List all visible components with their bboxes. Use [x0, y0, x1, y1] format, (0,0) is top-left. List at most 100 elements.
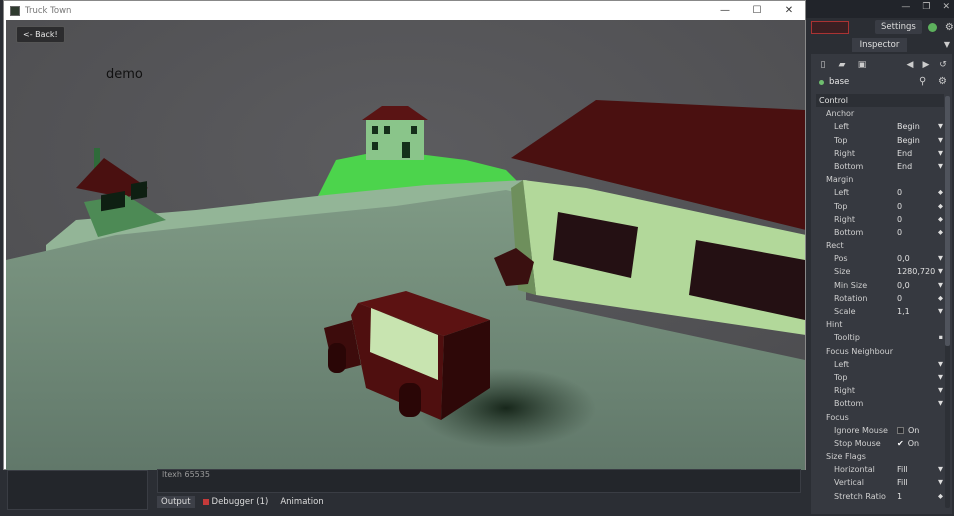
- property-value[interactable]: ✔ On: [897, 437, 919, 450]
- dropdown-arrow-icon[interactable]: ▼: [938, 160, 943, 173]
- property-row[interactable]: Scale 1,1 ▼: [816, 305, 944, 318]
- dropdown-arrow-icon[interactable]: ▼: [938, 252, 943, 265]
- property-value[interactable]: 0: [897, 200, 902, 213]
- property-row[interactable]: Vertical Fill ▼: [816, 476, 944, 489]
- property-value[interactable]: 0,0: [897, 279, 910, 292]
- property-row[interactable]: Right End ▼: [816, 147, 944, 160]
- property-row[interactable]: Horizontal Fill ▼: [816, 463, 944, 476]
- dropdown-arrow-icon[interactable]: ▼: [938, 371, 943, 384]
- close-button[interactable]: ✕: [773, 1, 805, 20]
- property-row[interactable]: Bottom ▼: [816, 397, 944, 410]
- property-row[interactable]: Left ▼: [816, 358, 944, 371]
- game-viewport[interactable]: <- Back! demo: [6, 20, 805, 470]
- property-row[interactable]: Top ▼: [816, 371, 944, 384]
- property-row[interactable]: Size 1280,720 ▼: [816, 265, 944, 278]
- dropdown-arrow-icon[interactable]: ▼: [938, 463, 943, 476]
- dropdown-arrow-icon[interactable]: ▼: [938, 134, 943, 147]
- property-row[interactable]: Left Begin ▼: [816, 120, 944, 133]
- settings-button[interactable]: Settings: [875, 20, 922, 34]
- property-row[interactable]: Rotation 0 ◆: [816, 292, 944, 305]
- settings-gear-icon[interactable]: ⚙: [945, 22, 954, 33]
- property-row[interactable]: Ignore Mouse On: [816, 424, 944, 437]
- forward-arrow-icon[interactable]: ▶: [921, 60, 931, 70]
- trash-icon[interactable]: ▪: [939, 331, 943, 344]
- property-row[interactable]: Stretch Ratio 1 ◆: [816, 490, 944, 503]
- spinner-icon[interactable]: ◆: [938, 213, 943, 226]
- property-value[interactable]: Fill: [897, 463, 908, 476]
- property-value[interactable]: Begin: [897, 120, 920, 133]
- property-value[interactable]: Fill: [897, 476, 908, 489]
- save-icon[interactable]: ▣: [857, 60, 867, 70]
- scrollbar-thumb[interactable]: [945, 96, 950, 346]
- property-row[interactable]: Left 0 ◆: [816, 186, 944, 199]
- spinner-icon[interactable]: ◆: [938, 292, 943, 305]
- property-value[interactable]: End: [897, 160, 912, 173]
- tab-animation[interactable]: Animation: [276, 496, 327, 508]
- property-row[interactable]: Tooltip ▪: [816, 331, 944, 344]
- tab-output[interactable]: Output: [157, 496, 195, 508]
- property-group[interactable]: Hint: [816, 318, 944, 331]
- spinner-icon[interactable]: ◆: [938, 226, 943, 239]
- inspector-scrollbar[interactable]: [945, 96, 950, 508]
- property-row[interactable]: Bottom 0 ◆: [816, 226, 944, 239]
- property-value[interactable]: 1: [897, 490, 902, 503]
- history-icon[interactable]: ↺: [938, 60, 948, 70]
- back-button[interactable]: <- Back!: [16, 26, 65, 43]
- property-group[interactable]: Size Flags: [816, 450, 944, 463]
- property-group[interactable]: Focus Neighbour: [816, 345, 944, 358]
- output-panel[interactable]: ltexh 65535: [157, 469, 801, 493]
- checkbox-checked[interactable]: ✔: [897, 437, 904, 450]
- property-value[interactable]: Begin: [897, 134, 920, 147]
- property-row[interactable]: Top 0 ◆: [816, 200, 944, 213]
- object-row[interactable]: base ⚲ ⚙: [811, 75, 952, 89]
- editor-close-button[interactable]: ✕: [942, 2, 950, 12]
- minimize-button[interactable]: —: [709, 1, 741, 20]
- dropdown-arrow-icon[interactable]: ▼: [938, 120, 943, 133]
- property-value[interactable]: 0: [897, 292, 902, 305]
- new-file-icon[interactable]: ▯: [818, 60, 828, 70]
- property-value[interactable]: 0: [897, 213, 902, 226]
- property-value[interactable]: 1,1: [897, 305, 910, 318]
- checkbox[interactable]: [897, 426, 904, 434]
- section-header[interactable]: Control: [816, 94, 944, 108]
- dropdown-arrow-icon[interactable]: ▼: [938, 305, 943, 318]
- property-row[interactable]: Top Begin ▼: [816, 134, 944, 147]
- property-group[interactable]: Anchor: [816, 107, 944, 120]
- maximize-button[interactable]: ☐: [741, 1, 773, 20]
- dropdown-arrow-icon[interactable]: ▼: [938, 265, 943, 278]
- folder-icon[interactable]: ▰: [837, 60, 847, 70]
- property-row[interactable]: Min Size 0,0 ▼: [816, 279, 944, 292]
- property-row[interactable]: Right ▼: [816, 384, 944, 397]
- chevron-down-icon[interactable]: ▼: [944, 40, 950, 49]
- dropdown-arrow-icon[interactable]: ▼: [938, 147, 943, 160]
- dropdown-arrow-icon[interactable]: ▼: [938, 358, 943, 371]
- tab-inspector[interactable]: Inspector: [852, 38, 907, 52]
- editor-restore-button[interactable]: ❐: [922, 2, 930, 12]
- property-row[interactable]: Bottom End ▼: [816, 160, 944, 173]
- property-value[interactable]: 0: [897, 226, 902, 239]
- back-arrow-icon[interactable]: ◀: [905, 60, 915, 70]
- property-value[interactable]: 0,0: [897, 252, 910, 265]
- editor-minimize-button[interactable]: —: [901, 2, 910, 12]
- dropdown-arrow-icon[interactable]: ▼: [938, 476, 943, 489]
- spinner-icon[interactable]: ◆: [938, 186, 943, 199]
- property-group[interactable]: Rect: [816, 239, 944, 252]
- search-icon[interactable]: ⚲: [919, 76, 926, 87]
- gear-icon[interactable]: ⚙: [938, 76, 947, 87]
- property-row[interactable]: Right 0 ◆: [816, 213, 944, 226]
- dropdown-arrow-icon[interactable]: ▼: [938, 397, 943, 410]
- property-value[interactable]: 1280,720: [897, 265, 935, 278]
- property-group[interactable]: Margin: [816, 173, 944, 186]
- spinner-icon[interactable]: ◆: [938, 200, 943, 213]
- title-bar[interactable]: Truck Town — ☐ ✕: [4, 1, 805, 20]
- property-value[interactable]: End: [897, 147, 912, 160]
- dropdown-arrow-icon[interactable]: ▼: [938, 384, 943, 397]
- spinner-icon[interactable]: ◆: [938, 490, 943, 503]
- property-row[interactable]: Pos 0,0 ▼: [816, 252, 944, 265]
- dropdown-arrow-icon[interactable]: ▼: [938, 279, 943, 292]
- property-value[interactable]: 0: [897, 186, 902, 199]
- property-row[interactable]: Stop Mouse ✔ On: [816, 437, 944, 450]
- tab-debugger[interactable]: Debugger (1): [199, 496, 273, 508]
- property-group[interactable]: Focus: [816, 411, 944, 424]
- property-value[interactable]: On: [897, 424, 919, 437]
